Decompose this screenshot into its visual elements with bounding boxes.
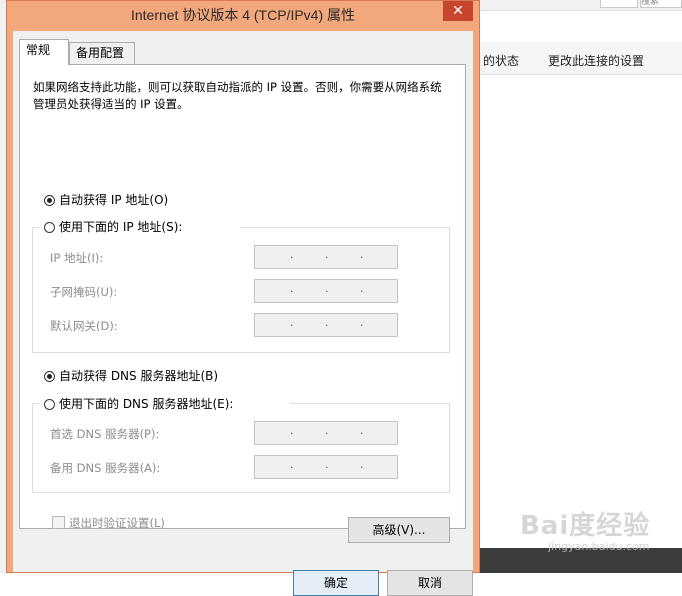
radio-selected-icon <box>44 371 55 382</box>
dialog-frame-right <box>473 31 479 572</box>
manual-ip-radio[interactable]: 使用下面的 IP 地址(S): <box>44 218 182 235</box>
subnet-mask-label: 子网掩码(U): <box>50 285 118 299</box>
baidu-watermark-url: jingyan.baidu.com <box>548 540 650 553</box>
dialog-title: Internet 协议版本 4 (TCP/IPv4) 属性 <box>130 7 356 23</box>
default-gateway-input[interactable]: ... <box>254 313 398 337</box>
preferred-dns-label: 首选 DNS 服务器(P): <box>50 427 160 441</box>
manual-ip-label: 使用下面的 IP 地址(S): <box>59 220 183 234</box>
ip-address-label: IP 地址(I): <box>50 251 104 265</box>
intro-description: 如果网络支持此功能，则可以获取自动指派的 IP 设置。否则，你需要从网络系统管理… <box>33 80 442 111</box>
manual-dns-radio[interactable]: 使用下面的 DNS 服务器地址(E): <box>44 395 233 412</box>
alternate-dns-label: 备用 DNS 服务器(A): <box>50 461 161 475</box>
checkbox-icon <box>52 516 65 529</box>
radio-unselected-icon <box>44 222 55 233</box>
auto-ip-label: 自动获得 IP 地址(O) <box>59 193 169 207</box>
tcpip-properties-dialog: Internet 协议版本 4 (TCP/IPv4) 属性 ✕ 常规 备用配置 … <box>6 0 480 596</box>
dialog-titlebar[interactable]: Internet 协议版本 4 (TCP/IPv4) 属性 ✕ <box>7 1 479 31</box>
general-tab-panel: 如果网络支持此功能，则可以获取自动指派的 IP 设置。否则，你需要从网络系统管理… <box>19 64 466 543</box>
ok-button[interactable]: 确定 <box>293 570 379 596</box>
ip-address-input[interactable]: ... <box>254 245 398 269</box>
dialog-client-area: 常规 备用配置 如果网络支持此功能，则可以获取自动指派的 IP 设置。否则，你需… <box>13 31 473 596</box>
view-status-link[interactable]: 的状态 <box>483 52 519 69</box>
alternate-dns-input[interactable]: ... <box>254 455 398 479</box>
auto-dns-radio[interactable]: 自动获得 DNS 服务器地址(B) <box>44 367 218 384</box>
baidu-watermark: Bai度经验 <box>520 511 651 541</box>
radio-unselected-icon <box>44 399 55 410</box>
close-button[interactable]: ✕ <box>443 1 473 21</box>
tab-alternate-configuration[interactable]: 备用配置 <box>69 42 135 64</box>
auto-dns-label: 自动获得 DNS 服务器地址(B) <box>59 369 219 383</box>
background-search-input[interactable]: 搜索 <box>640 0 682 8</box>
tab-general[interactable]: 常规 <box>19 39 69 65</box>
validate-on-exit-label: 退出时验证设置(L) <box>69 516 165 530</box>
change-connection-settings-link[interactable]: 更改此连接的设置 <box>548 52 644 69</box>
validate-on-exit-checkbox[interactable]: 退出时验证设置(L) <box>52 515 165 531</box>
background-refresh-box[interactable] <box>600 0 638 8</box>
auto-ip-radio[interactable]: 自动获得 IP 地址(O) <box>44 191 168 208</box>
manual-dns-label: 使用下面的 DNS 服务器地址(E): <box>59 397 234 411</box>
cancel-button[interactable]: 取消 <box>387 570 473 596</box>
close-icon: ✕ <box>452 3 464 19</box>
manual-dns-groupbox <box>32 403 450 493</box>
subnet-mask-input[interactable]: ... <box>254 279 398 303</box>
default-gateway-label: 默认网关(D): <box>50 319 118 333</box>
preferred-dns-input[interactable]: ... <box>254 421 398 445</box>
advanced-button[interactable]: 高级(V)... <box>348 517 450 543</box>
radio-selected-icon <box>44 195 55 206</box>
